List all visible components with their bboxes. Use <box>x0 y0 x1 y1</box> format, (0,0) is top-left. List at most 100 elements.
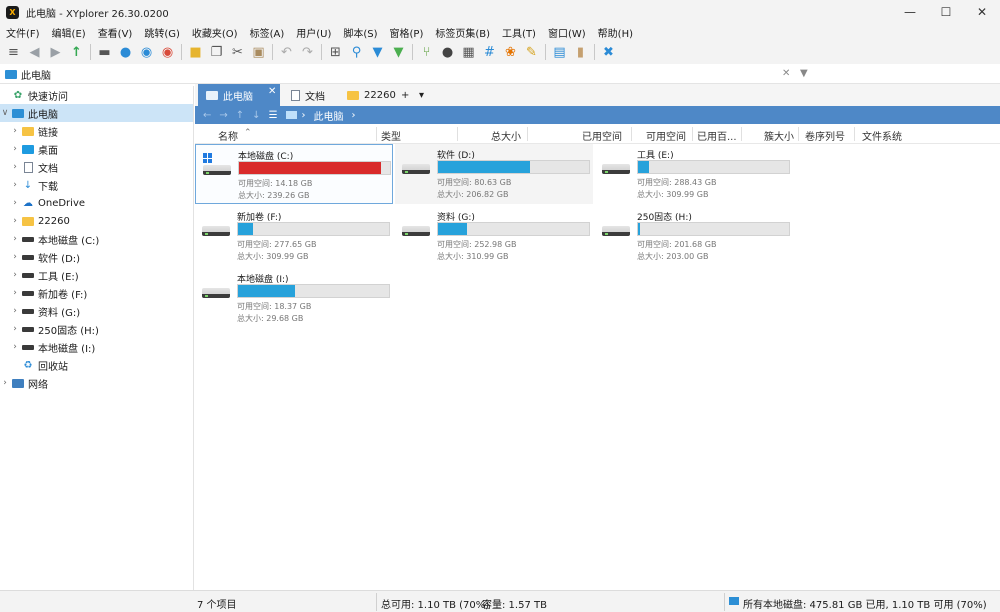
tree-item-network[interactable]: › 网络 <box>0 374 193 392</box>
list-icon[interactable]: ☰ <box>269 110 278 121</box>
tree-arrow[interactable]: › <box>10 126 20 136</box>
tree-arrow[interactable]: › <box>10 144 20 154</box>
forward-icon[interactable]: ▶ <box>45 42 66 62</box>
tree-arrow[interactable]: › <box>10 198 20 208</box>
menu-go[interactable]: 跳转(G) <box>144 25 180 40</box>
column-separator[interactable] <box>798 127 799 141</box>
new-folder-icon[interactable]: ■ <box>185 42 206 62</box>
tree-item-downloads[interactable]: › ↓ 下载 <box>0 176 193 194</box>
tree-item-desktop[interactable]: › 桌面 <box>0 140 193 158</box>
back-icon[interactable]: ← <box>203 110 211 121</box>
column-separator[interactable] <box>854 127 855 141</box>
undo-icon[interactable]: ↶ <box>276 42 297 62</box>
forward-icon[interactable]: → <box>219 110 227 121</box>
tree-arrow[interactable]: › <box>10 162 20 172</box>
drive-tile-f[interactable]: 新加卷 (F:) 可用空间: 277.65 GB 总大小: 309.99 GB <box>195 206 393 266</box>
new-tab-button[interactable]: + <box>393 84 409 106</box>
column-separator[interactable] <box>741 127 742 141</box>
tree-arrow[interactable]: › <box>10 324 20 334</box>
copy-icon[interactable]: ❐ <box>206 42 227 62</box>
tree-arrow[interactable]: › <box>10 270 20 280</box>
menu-tags[interactable]: 标签(A) <box>250 25 285 40</box>
menu-help[interactable]: 帮助(H) <box>598 25 633 40</box>
column-total-size[interactable]: 总大小 <box>491 128 521 143</box>
tree-item-22260[interactable]: › 22260 <box>0 212 193 230</box>
tree-item-quick-access[interactable]: ✿ 快速访问 <box>0 86 193 104</box>
column-separator[interactable] <box>457 127 458 141</box>
menu-panes[interactable]: 窗格(P) <box>390 25 424 40</box>
tab-22260[interactable]: 22260 <box>339 84 399 106</box>
tree-item-links[interactable]: › 链接 <box>0 122 193 140</box>
tree-item-drive-d[interactable]: › 软件 (D:) <box>0 248 193 266</box>
tab-menu-button[interactable]: ▾ <box>411 84 427 106</box>
filter-green-icon[interactable]: ▼ <box>388 42 409 62</box>
address-text[interactable]: 此电脑 <box>21 67 51 82</box>
tree-arrow[interactable]: › <box>10 180 20 190</box>
tree-arrow[interactable]: › <box>10 288 20 298</box>
computer-icon[interactable]: ▬ <box>94 42 115 62</box>
breadcrumb-this-pc[interactable]: 此电脑 <box>314 108 344 123</box>
filter-icon[interactable]: ▼ <box>800 68 808 79</box>
colors-icon[interactable]: ❀ <box>500 42 521 62</box>
tree-arrow[interactable]: › <box>10 216 20 226</box>
tree-arrow[interactable]: › <box>10 306 20 316</box>
column-separator[interactable] <box>692 127 693 141</box>
up-icon[interactable]: ↑ <box>66 42 87 62</box>
location-icon[interactable]: ● <box>115 42 136 62</box>
tree-item-onedrive[interactable]: › ☁ OneDrive <box>0 194 193 212</box>
column-volume-serial[interactable]: 卷序列号 <box>805 128 845 143</box>
drive-tile-i[interactable]: 本地磁盘 (I:) 可用空间: 18.37 GB 总大小: 29.68 GB <box>195 268 393 328</box>
tree-arrow[interactable]: ∨ <box>0 108 10 118</box>
tree-item-drive-c[interactable]: › 本地磁盘 (C:) <box>0 230 193 248</box>
column-separator[interactable] <box>527 127 528 141</box>
tree-item-drive-i[interactable]: › 本地磁盘 (I:) <box>0 338 193 356</box>
drive-tile-d[interactable]: 软件 (D:) 可用空间: 80.63 GB 总大小: 206.82 GB <box>395 144 593 204</box>
tree-item-drive-g[interactable]: › 资料 (G:) <box>0 302 193 320</box>
column-separator[interactable] <box>631 127 632 141</box>
menu-tabsets[interactable]: 标签页集(B) <box>435 25 490 40</box>
bookmark-icon[interactable]: ▮ <box>570 42 591 62</box>
drive-tile-c[interactable]: 本地磁盘 (C:) 可用空间: 14.18 GB 总大小: 239.26 GB <box>195 144 393 204</box>
column-used-space[interactable]: 已用空间 <box>582 128 622 143</box>
column-used-percent[interactable]: 已用百... <box>697 128 737 143</box>
menu-window[interactable]: 窗口(W) <box>548 25 586 40</box>
address-bar[interactable]: 此电脑 ✕ ▼ <box>0 66 1000 84</box>
tree-item-drive-e[interactable]: › 工具 (E:) <box>0 266 193 284</box>
close-button[interactable]: ✕ <box>964 0 1000 24</box>
clear-filter-icon[interactable]: ✕ <box>782 68 790 79</box>
grid-icon[interactable]: ⊞ <box>325 42 346 62</box>
menu-file[interactable]: 文件(F) <box>6 25 40 40</box>
calculator-icon[interactable]: ▦ <box>458 42 479 62</box>
menu-tools[interactable]: 工具(T) <box>502 25 536 40</box>
column-file-system[interactable]: 文件系统 <box>862 128 902 143</box>
tab-this-pc[interactable]: 此电脑 ✕ <box>198 84 280 106</box>
tree-item-drive-h[interactable]: › 250固态 (H:) <box>0 320 193 338</box>
tree-arrow[interactable]: › <box>0 378 10 388</box>
cut-icon[interactable]: ✂ <box>227 42 248 62</box>
menu-user[interactable]: 用户(U) <box>296 25 331 40</box>
go-icon[interactable]: ◉ <box>157 42 178 62</box>
find-icon[interactable]: ◉ <box>136 42 157 62</box>
filter-icon[interactable]: ▼ <box>367 42 388 62</box>
column-separator[interactable] <box>376 127 377 141</box>
menu-script[interactable]: 脚本(S) <box>343 25 377 40</box>
drive-tile-g[interactable]: 资料 (G:) 可用空间: 252.98 GB 总大小: 310.99 GB <box>395 206 593 266</box>
tree-arrow[interactable]: › <box>10 342 20 352</box>
maximize-button[interactable]: ☐ <box>928 0 964 24</box>
hash-icon[interactable]: # <box>479 42 500 62</box>
tree-item-this-pc[interactable]: ∨ 此电脑 <box>0 104 193 122</box>
redo-icon[interactable]: ↷ <box>297 42 318 62</box>
branch-icon[interactable]: ⑂ <box>416 42 437 62</box>
drive-tile-e[interactable]: 工具 (E:) 可用空间: 288.43 GB 总大小: 309.99 GB <box>595 144 793 204</box>
column-name[interactable]: 名称 <box>218 128 238 143</box>
tab-close-icon[interactable]: ✕ <box>268 86 276 97</box>
back-icon[interactable]: ◀ <box>24 42 45 62</box>
drive-tile-h[interactable]: 250固态 (H:) 可用空间: 201.68 GB 总大小: 203.00 G… <box>595 206 793 266</box>
menu-favorites[interactable]: 收藏夹(O) <box>192 25 238 40</box>
minimize-button[interactable]: — <box>892 0 928 24</box>
tools-icon[interactable]: ✖ <box>598 42 619 62</box>
tree-arrow[interactable]: › <box>10 234 20 244</box>
tab-documents[interactable]: 文档 <box>283 84 339 106</box>
breadcrumb-sep[interactable]: › <box>352 110 356 121</box>
tree-item-documents[interactable]: › 文档 <box>0 158 193 176</box>
